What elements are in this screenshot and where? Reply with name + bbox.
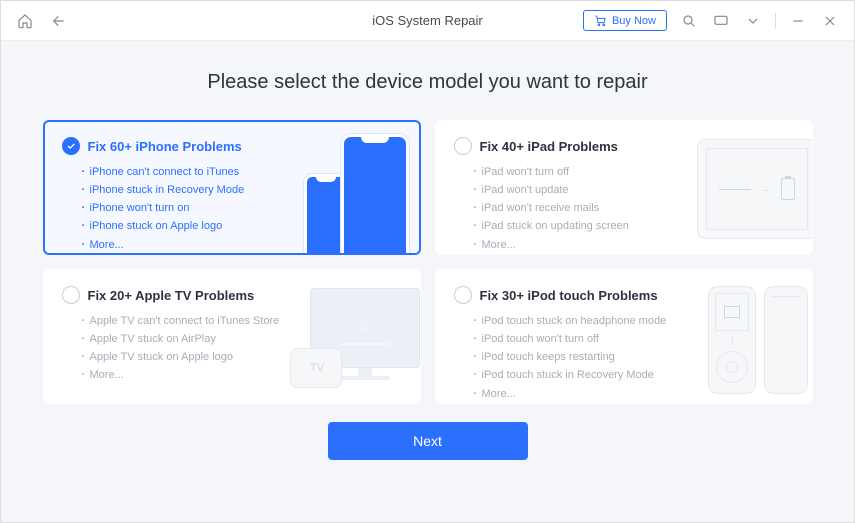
list-item: Apple TV stuck on AirPlay bbox=[90, 330, 402, 348]
list-item: iPhone can't connect to iTunes bbox=[90, 163, 402, 181]
card-ipad[interactable]: Fix 40+ iPad Problems iPad won't turn of… bbox=[435, 120, 813, 255]
card-title: Fix 40+ iPad Problems bbox=[480, 139, 618, 154]
card-appletv[interactable]: Fix 20+ Apple TV Problems Apple TV can't… bbox=[43, 269, 421, 404]
list-item: iPhone stuck in Recovery Mode bbox=[90, 181, 402, 199]
list-item: iPad won't update bbox=[482, 181, 794, 199]
list-item: Apple TV stuck on Apple logo bbox=[90, 348, 402, 366]
minimize-icon[interactable] bbox=[788, 11, 808, 31]
card-title: Fix 30+ iPod touch Problems bbox=[480, 288, 658, 303]
search-icon[interactable] bbox=[679, 11, 699, 31]
list-item: More... bbox=[482, 385, 794, 403]
list-item: iPad won't receive mails bbox=[482, 199, 794, 217]
list-item: iPad won't turn off bbox=[482, 163, 794, 181]
card-title: Fix 20+ Apple TV Problems bbox=[88, 288, 255, 303]
list-item: iPhone won't turn on bbox=[90, 199, 402, 217]
list-item: iPhone stuck on Apple logo bbox=[90, 217, 402, 235]
problem-list: iPod touch stuck on headphone mode iPod … bbox=[454, 312, 794, 403]
next-button[interactable]: Next bbox=[328, 422, 528, 460]
list-item: Apple TV can't connect to iTunes Store bbox=[90, 312, 402, 330]
titlebar: iOS System Repair Buy Now bbox=[1, 1, 854, 41]
list-item: More... bbox=[90, 366, 402, 384]
titlebar-left bbox=[15, 11, 69, 31]
divider bbox=[775, 13, 776, 29]
problem-list: iPad won't turn off iPad won't update iP… bbox=[454, 163, 794, 254]
home-icon[interactable] bbox=[15, 11, 35, 31]
list-item: iPod touch keeps restarting bbox=[482, 348, 794, 366]
check-icon bbox=[62, 137, 80, 155]
app-window: iOS System Repair Buy Now bbox=[0, 0, 855, 523]
list-item: iPod touch stuck on headphone mode bbox=[482, 312, 794, 330]
page-title: Please select the device model you want … bbox=[207, 71, 647, 94]
content-area: Please select the device model you want … bbox=[1, 41, 854, 522]
card-header: Fix 40+ iPad Problems bbox=[454, 137, 794, 155]
card-iphone[interactable]: Fix 60+ iPhone Problems iPhone can't con… bbox=[43, 120, 421, 255]
list-item: iPad stuck on updating screen bbox=[482, 217, 794, 235]
card-ipod[interactable]: Fix 30+ iPod touch Problems iPod touch s… bbox=[435, 269, 813, 404]
close-icon[interactable] bbox=[820, 11, 840, 31]
problem-list: Apple TV can't connect to iTunes Store A… bbox=[62, 312, 402, 385]
card-title: Fix 60+ iPhone Problems bbox=[88, 139, 242, 154]
feedback-icon[interactable] bbox=[711, 11, 731, 31]
card-header: Fix 30+ iPod touch Problems bbox=[454, 286, 794, 304]
chevron-down-icon[interactable] bbox=[743, 11, 763, 31]
check-icon bbox=[454, 137, 472, 155]
device-cards: Fix 60+ iPhone Problems iPhone can't con… bbox=[43, 120, 813, 404]
buy-now-label: Buy Now bbox=[612, 15, 656, 27]
buy-now-button[interactable]: Buy Now bbox=[583, 10, 667, 31]
app-title: iOS System Repair bbox=[372, 13, 483, 28]
list-item: More... bbox=[90, 236, 402, 254]
titlebar-right: Buy Now bbox=[583, 10, 840, 31]
cart-icon bbox=[594, 14, 607, 27]
problem-list: iPhone can't connect to iTunes iPhone st… bbox=[62, 163, 402, 254]
list-item: More... bbox=[482, 236, 794, 254]
back-icon[interactable] bbox=[49, 11, 69, 31]
list-item: iPod touch won't turn off bbox=[482, 330, 794, 348]
check-icon bbox=[454, 286, 472, 304]
check-icon bbox=[62, 286, 80, 304]
card-header: Fix 60+ iPhone Problems bbox=[62, 137, 402, 155]
card-header: Fix 20+ Apple TV Problems bbox=[62, 286, 402, 304]
list-item: iPod touch stuck in Recovery Mode bbox=[482, 366, 794, 384]
